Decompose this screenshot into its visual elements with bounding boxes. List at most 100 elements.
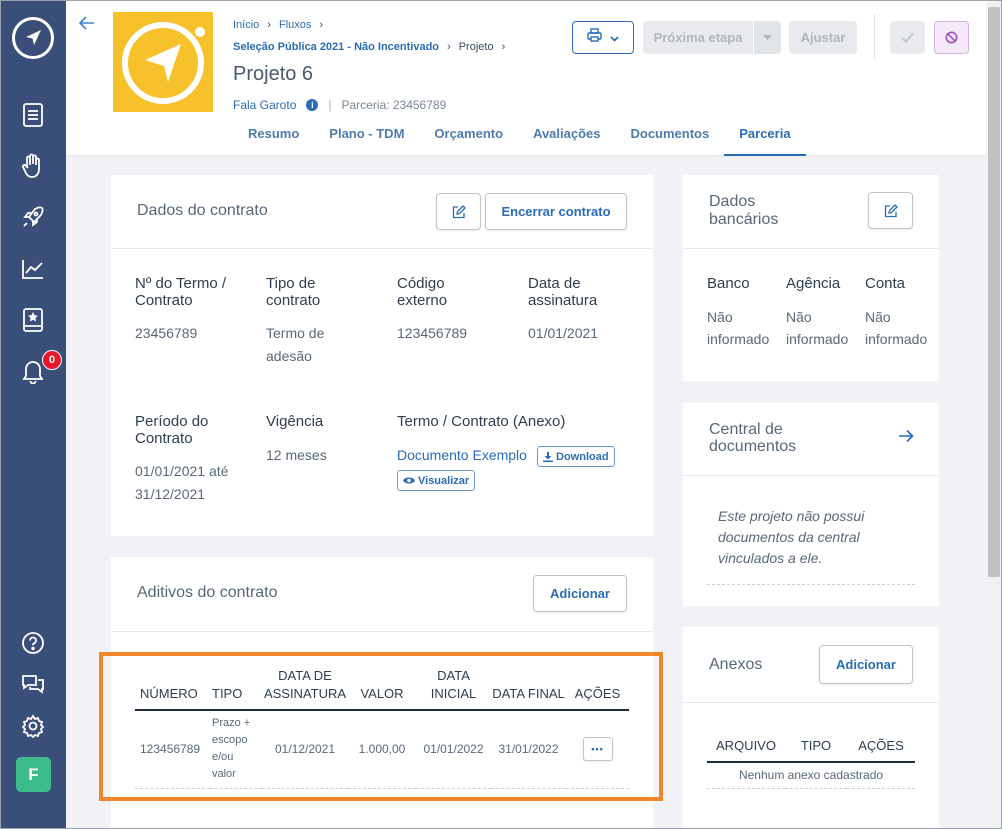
approve-button[interactable] (890, 21, 925, 54)
sidebar: 0 F (0, 0, 66, 829)
scrollbar-thumb[interactable] (988, 7, 1000, 577)
book-star-icon[interactable] (19, 306, 47, 334)
hand-heart-icon[interactable] (19, 152, 47, 180)
amendments-title: Aditivos do contrato (137, 584, 278, 601)
edit-icon (452, 204, 466, 218)
settings-icon[interactable] (19, 712, 47, 740)
rocket-icon[interactable] (19, 203, 47, 231)
org-link[interactable]: Fala Garoto (233, 98, 296, 112)
contract-card: Dados do contrato Encerrar contrato Nº d… (111, 175, 653, 536)
chevron-right-icon: › (319, 19, 324, 31)
attachments-table: ARQUIVO TIPO AÇÕES Nenhum anexo cadastra… (707, 737, 915, 789)
tab-parceria[interactable]: Parceria (724, 118, 806, 156)
attachments-title: Anexos (709, 656, 763, 673)
breadcrumb-flows[interactable]: Fluxos (279, 19, 311, 31)
breadcrumb-selection[interactable]: Seleção Pública 2021 - Não Incentivado (233, 41, 439, 53)
signature-date-label: Data de assinatura (528, 275, 598, 309)
scrollbar[interactable] (986, 0, 1002, 829)
page-title: Projeto 6 (233, 63, 314, 85)
document-list-icon[interactable] (19, 101, 47, 129)
attachment-label: Termo / Contrato (Anexo) (397, 413, 566, 430)
breadcrumb-second-line: Seleção Pública 2021 - Não Incentivado ›… (233, 41, 505, 53)
highlight-box (99, 652, 663, 801)
tab-documentos[interactable]: Documentos (616, 118, 725, 156)
chevron-right-icon: › (447, 41, 451, 53)
edit-icon (884, 203, 898, 217)
chat-icon[interactable] (19, 670, 47, 698)
tab-resumo[interactable]: Resumo (233, 118, 314, 156)
breadcrumb: Início › Fluxos › (233, 19, 323, 31)
header-divider (874, 14, 875, 59)
next-step-dropdown[interactable] (754, 21, 781, 54)
agency-label: Agência (786, 275, 841, 292)
contract-title: Dados do contrato (137, 202, 268, 219)
tab-plano-tdm[interactable]: Plano - TDM (314, 118, 419, 156)
view-label: Visualizar (418, 474, 470, 487)
divider (111, 631, 653, 632)
download-button[interactable]: Download (537, 446, 615, 467)
avatar[interactable]: F (16, 757, 51, 792)
back-arrow-icon[interactable] (78, 14, 95, 35)
breadcrumb-current: Projeto (458, 41, 494, 53)
print-button[interactable] (572, 21, 634, 54)
dashed-divider (707, 584, 915, 585)
chevron-down-icon (610, 29, 619, 47)
divider (111, 248, 653, 249)
account-label: Conta (865, 275, 906, 292)
bank-title: Dados bancários (709, 193, 779, 228)
block-icon (945, 31, 958, 44)
view-button[interactable]: Visualizar (397, 470, 476, 491)
external-code-value: 123456789 (397, 325, 468, 341)
central-docs-title: Central de documentos (709, 421, 797, 455)
validity-label: Vigência (266, 413, 324, 430)
chevron-right-icon: › (501, 41, 506, 53)
send-arrow-icon[interactable] (12, 17, 54, 59)
chevron-right-icon: › (267, 19, 271, 31)
validity-value: 12 meses (266, 447, 327, 463)
info-icon[interactable]: i (306, 99, 319, 111)
period-label: Período do Contrato (135, 413, 209, 447)
partnership-label: Parceria: 23456789 (341, 98, 447, 112)
table-row: Nenhum anexo cadastrado (707, 762, 915, 789)
attachments-empty: Nenhum anexo cadastrado (707, 762, 915, 789)
check-icon (901, 32, 914, 43)
central-docs-card: Central de documentos Este projeto não p… (683, 403, 939, 606)
tab-orcamento[interactable]: Orçamento (419, 118, 518, 156)
bank-card: Dados bancários Banco Não informado Agên… (683, 175, 939, 381)
end-contract-button[interactable]: Encerrar contrato (485, 193, 627, 230)
central-docs-empty: Este projeto não possui documentos da ce… (718, 508, 865, 566)
add-attachment-button[interactable]: Adicionar (819, 645, 913, 684)
breadcrumb-home[interactable]: Início (233, 19, 259, 31)
project-header: Início › Fluxos › Seleção Pública 2021 -… (66, 0, 986, 156)
meta-divider: | (328, 98, 332, 112)
contract-type-label: Tipo de contrato (266, 275, 321, 309)
reject-button[interactable] (934, 21, 969, 54)
tab-bar: Resumo Plano - TDM Orçamento Avaliações … (233, 118, 806, 156)
table-header-row: ARQUIVO TIPO AÇÕES (707, 737, 915, 763)
help-icon[interactable] (19, 629, 47, 657)
add-amendment-button[interactable]: Adicionar (533, 575, 627, 612)
account-value: Não informado (865, 309, 928, 347)
col-actions: AÇÕES (847, 737, 915, 763)
notification-badge: 0 (42, 350, 62, 370)
adjust-button[interactable]: Ajustar (789, 21, 857, 54)
printer-icon (587, 28, 602, 47)
contract-type-value: Termo de adesão (266, 325, 325, 364)
external-code-label: Código externo (397, 275, 448, 309)
divider (683, 702, 939, 703)
next-step-button[interactable]: Próxima etapa (643, 21, 753, 54)
arrow-right-icon[interactable] (899, 429, 914, 448)
download-label: Download (556, 450, 609, 463)
col-file: ARQUIVO (707, 737, 785, 763)
edit-contract-button[interactable] (436, 193, 481, 230)
bank-label: Banco (707, 275, 750, 292)
divider (683, 475, 939, 476)
edit-bank-button[interactable] (868, 192, 913, 229)
divider (683, 248, 939, 249)
document-link[interactable]: Documento Exemplo (397, 444, 527, 467)
chart-line-icon[interactable] (19, 255, 47, 283)
caret-down-icon (763, 34, 772, 40)
tab-avaliacoes[interactable]: Avaliações (518, 118, 615, 156)
col-type: TIPO (785, 737, 847, 763)
bank-value: Não informado (707, 309, 770, 347)
